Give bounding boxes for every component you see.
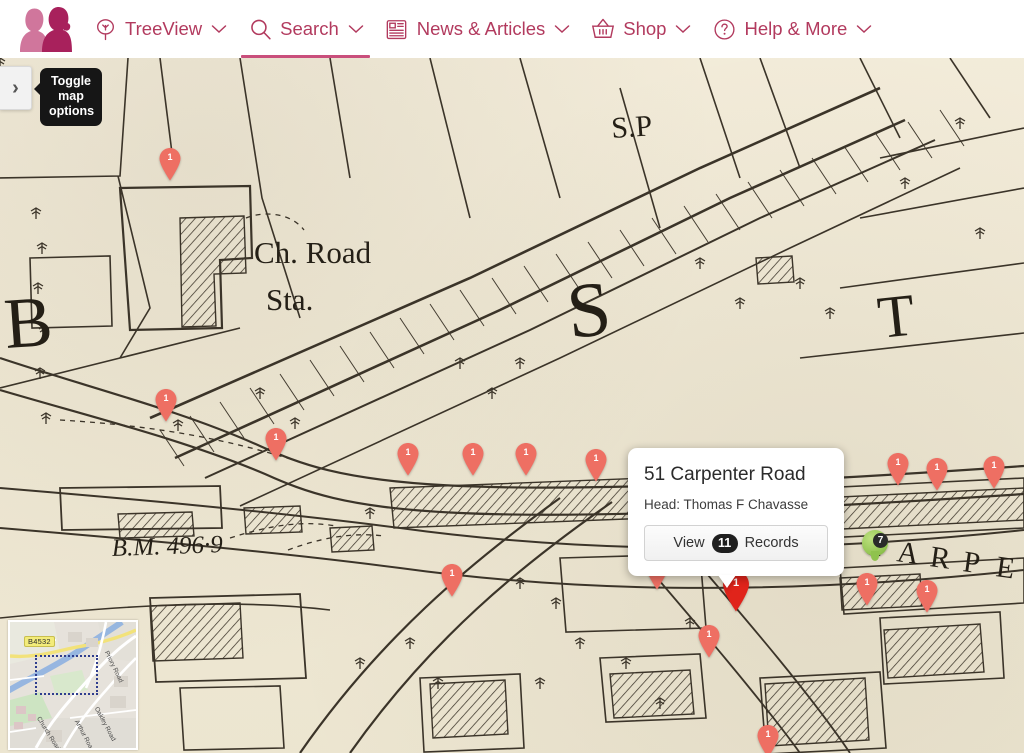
map-label: T — [874, 281, 917, 350]
tree-icon — [92, 16, 118, 42]
site-header: TreeView Search News & Articles Shop Hel… — [0, 0, 1024, 58]
basket-icon — [590, 16, 616, 42]
nav-label-shop: Shop — [623, 18, 667, 39]
nav-item-search[interactable]: Search — [237, 0, 374, 58]
marker-count: 1 — [934, 462, 940, 472]
map-marker[interactable]: 1 — [440, 563, 464, 597]
map-label: Sta. — [266, 282, 313, 317]
map-marker[interactable]: 1 — [915, 579, 939, 613]
main-navigation: TreeView Search News & Articles Shop Hel… — [82, 0, 882, 58]
chevron-down-icon — [554, 24, 570, 34]
map-search-page: TreeView Search News & Articles Shop Hel… — [0, 0, 1024, 753]
marker-count: 1 — [449, 568, 455, 578]
records-count-badge: 11 — [711, 533, 738, 553]
chevron-down-icon — [856, 24, 872, 34]
cluster-marker-tail — [871, 551, 879, 561]
chevron-right-icon: › — [12, 76, 19, 99]
map-marker[interactable]: 1 — [925, 457, 949, 491]
overview-minimap[interactable]: B4532 Priory Road Church Road Arthur Road O… — [8, 620, 138, 750]
nav-item-treeview[interactable]: TreeView — [82, 0, 237, 58]
marker-count: 1 — [593, 453, 599, 463]
map-label: B — [2, 281, 55, 364]
nav-label-news-articles: News & Articles — [416, 18, 546, 39]
marker-count: 1 — [706, 629, 712, 639]
map-marker[interactable]: 1 — [461, 442, 485, 476]
map-marker[interactable]: 1 — [584, 448, 608, 482]
popup-title: 51 Carpenter Road — [644, 464, 806, 485]
map-marker[interactable]: 1 — [154, 388, 178, 422]
marker-count: 1 — [470, 447, 476, 457]
question-circle-icon — [711, 16, 737, 42]
genealogy-couple-logo[interactable] — [12, 6, 74, 52]
map-label: B.M. 496·9 — [111, 531, 223, 562]
nav-item-help-more[interactable]: Help & More — [701, 0, 882, 58]
map-marker[interactable]: 1 — [697, 624, 721, 658]
chevron-down-icon — [348, 24, 364, 34]
marker-count: 1 — [163, 393, 169, 403]
newspaper-icon — [384, 16, 410, 42]
marker-count: 1 — [864, 577, 870, 587]
map-marker[interactable]: 1 — [158, 147, 182, 181]
marker-count: 1 — [523, 447, 529, 457]
map-marker[interactable]: 1 — [886, 452, 910, 486]
marker-count: 1 — [765, 729, 771, 739]
popup-subtitle: Head: Thomas F Chavasse — [644, 497, 809, 512]
marker-count: 1 — [924, 584, 930, 594]
view-records-suffix: Records — [744, 535, 799, 551]
historic-map-viewport[interactable]: S.PCh. RoadSta.STBB.M. 496·9CARPE › Togg… — [0, 58, 1024, 753]
cluster-marker-count: 7 — [873, 533, 888, 548]
chevron-down-icon — [211, 24, 227, 34]
marker-count: 1 — [167, 152, 173, 162]
minimap-viewport-box — [35, 655, 98, 695]
nav-item-shop[interactable]: Shop — [580, 0, 701, 58]
nav-item-news-articles[interactable]: News & Articles — [374, 0, 581, 58]
marker-count: 1 — [405, 447, 411, 457]
map-marker[interactable]: 1 — [982, 455, 1006, 489]
marker-count: 1 — [991, 460, 997, 470]
map-label: E — [994, 550, 1017, 585]
minimap-road-number: B4532 — [24, 636, 55, 647]
map-canvas[interactable]: S.PCh. RoadSta.STBB.M. 496·9CARPE › Togg… — [0, 58, 1024, 753]
property-info-popup: 51 Carpenter Road Head: Thomas F Chavass… — [628, 448, 844, 588]
popup-pointer — [718, 575, 736, 588]
search-icon — [247, 16, 273, 42]
map-label: A — [895, 535, 921, 571]
map-marker[interactable]: 1 — [396, 442, 420, 476]
map-label: Ch. Road — [254, 235, 372, 270]
view-records-button[interactable]: View 11 Records — [644, 525, 828, 561]
toggle-map-options-tooltip: Toggle map options — [34, 68, 102, 126]
chevron-down-icon — [675, 24, 691, 34]
map-marker[interactable]: 1 — [756, 724, 780, 753]
map-label: S — [563, 264, 615, 355]
toggle-map-options-button[interactable]: › — [0, 66, 32, 110]
nav-label-search: Search — [280, 18, 339, 39]
map-label: S.P — [610, 109, 653, 145]
view-records-prefix: View — [673, 535, 705, 551]
map-marker[interactable]: 1 — [855, 572, 879, 606]
map-marker[interactable]: 1 — [264, 427, 288, 461]
marker-count: 1 — [273, 432, 279, 442]
nav-label-treeview: TreeView — [125, 18, 203, 39]
nav-label-help-more: Help & More — [744, 18, 848, 39]
cluster-marker[interactable]: 7 — [862, 530, 888, 562]
marker-count: 1 — [895, 457, 901, 467]
map-marker[interactable]: 1 — [514, 442, 538, 476]
map-label: R — [928, 540, 952, 575]
